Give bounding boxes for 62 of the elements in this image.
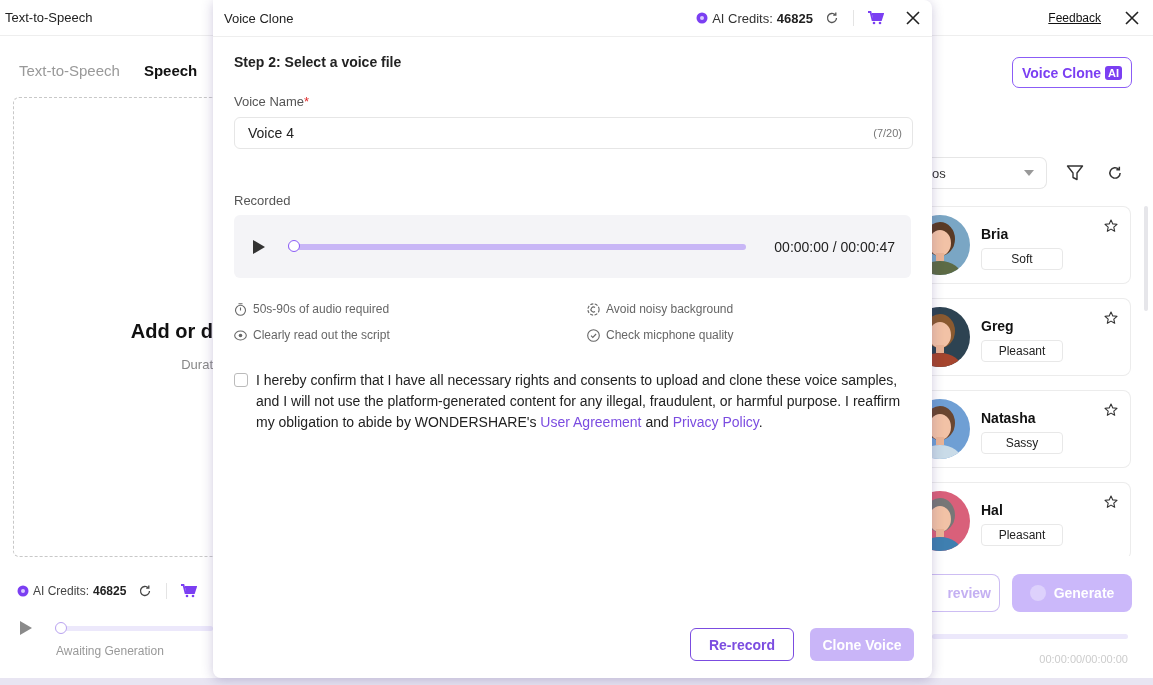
tip-text: Clearly read out the script (253, 328, 390, 342)
voice-name: Greg (981, 318, 1015, 334)
voice-clone-button[interactable]: Voice Clone AI (1012, 57, 1132, 88)
voice-name: Hal (981, 502, 1004, 518)
star-icon[interactable] (1104, 219, 1118, 233)
refresh-icon[interactable] (138, 584, 153, 598)
section-label: Recorded (234, 193, 292, 208)
upload-heading: Add or d (130, 320, 213, 343)
credits-label: AI Credits: (33, 584, 89, 598)
eye-icon (234, 328, 247, 342)
stopwatch-icon (234, 302, 247, 316)
voice-tag: Sassy (981, 432, 1063, 454)
close-icon[interactable] (906, 11, 920, 25)
star-icon[interactable] (1104, 311, 1118, 325)
filter-dropdown[interactable]: os (932, 157, 1047, 189)
credits-icon (17, 585, 29, 597)
voice-card[interactable]: Greg Pleasant (932, 298, 1131, 376)
credits-icon (696, 12, 709, 24)
filter-icon[interactable] (1066, 164, 1084, 182)
cart-icon[interactable] (868, 11, 884, 25)
progress-thumb[interactable] (288, 240, 300, 252)
tip-text: Check micphone quality (606, 328, 734, 342)
refresh-icon[interactable] (1107, 165, 1123, 181)
tip-text: Avoid noisy background (606, 302, 734, 316)
tip-text: 50s-90s of audio required (253, 302, 390, 316)
time-readout: 00:00:00 / 00:00:47 (774, 238, 895, 255)
star-icon[interactable] (1104, 403, 1118, 417)
play-icon[interactable] (251, 238, 267, 255)
re-record-button[interactable]: Re-record (690, 628, 794, 661)
step-title: Step 2: Select a voice file (234, 54, 403, 70)
close-icon[interactable] (1125, 10, 1139, 25)
tab[interactable]: Speech (143, 61, 198, 79)
voice-tag: Pleasant (981, 340, 1063, 362)
consent-text: I hereby confirm that I have all necessary rights and consents to upload and clone these voice samples, and I will not use the platform-generated content for any illegal, fraudulent, or harmful purpose. I reaffirm my obligation to abide by WONDERSHARE's User Agreement and Privacy Policy. (256, 371, 902, 432)
voice-tag: Pleasant (981, 524, 1063, 546)
sound-icon (587, 302, 600, 316)
dialog-title: Voice Clone (224, 10, 294, 26)
window-title: Text-to-Speech (4, 10, 93, 25)
progress-thumb[interactable] (55, 622, 67, 634)
voice-name: Natasha (981, 410, 1037, 426)
credits-value: 46825 (93, 584, 127, 598)
privacy-policy-link[interactable]: Privacy Policy (672, 414, 759, 430)
consent-checkbox[interactable] (234, 373, 248, 387)
voice-name: Bria (981, 226, 1010, 242)
field-label: Voice Name* (234, 94, 311, 109)
voice-name-field[interactable]: Voice 4 (7/20) (234, 117, 913, 149)
ai-badge: AI (1105, 65, 1123, 80)
upload-hint: Durat (181, 357, 213, 372)
voice-card[interactable]: Natasha Sassy (932, 390, 1131, 468)
check-circle-icon (587, 328, 600, 342)
user-agreement-link[interactable]: User Agreement (540, 414, 642, 430)
credits-value: 46825 (776, 10, 813, 26)
credits-label: AI Credits: (712, 10, 773, 26)
voice-tag: Soft (981, 248, 1063, 270)
cart-icon[interactable] (181, 584, 198, 598)
character-counter: (7/20) (873, 127, 902, 139)
feedback-link[interactable]: Feedback (1048, 10, 1101, 25)
voice-card[interactable]: Bria Soft (932, 206, 1131, 284)
caret-icon (1024, 170, 1034, 176)
status-text: Awaiting Generation (56, 644, 165, 658)
star-icon[interactable] (1104, 495, 1118, 509)
refresh-icon[interactable] (825, 11, 839, 25)
